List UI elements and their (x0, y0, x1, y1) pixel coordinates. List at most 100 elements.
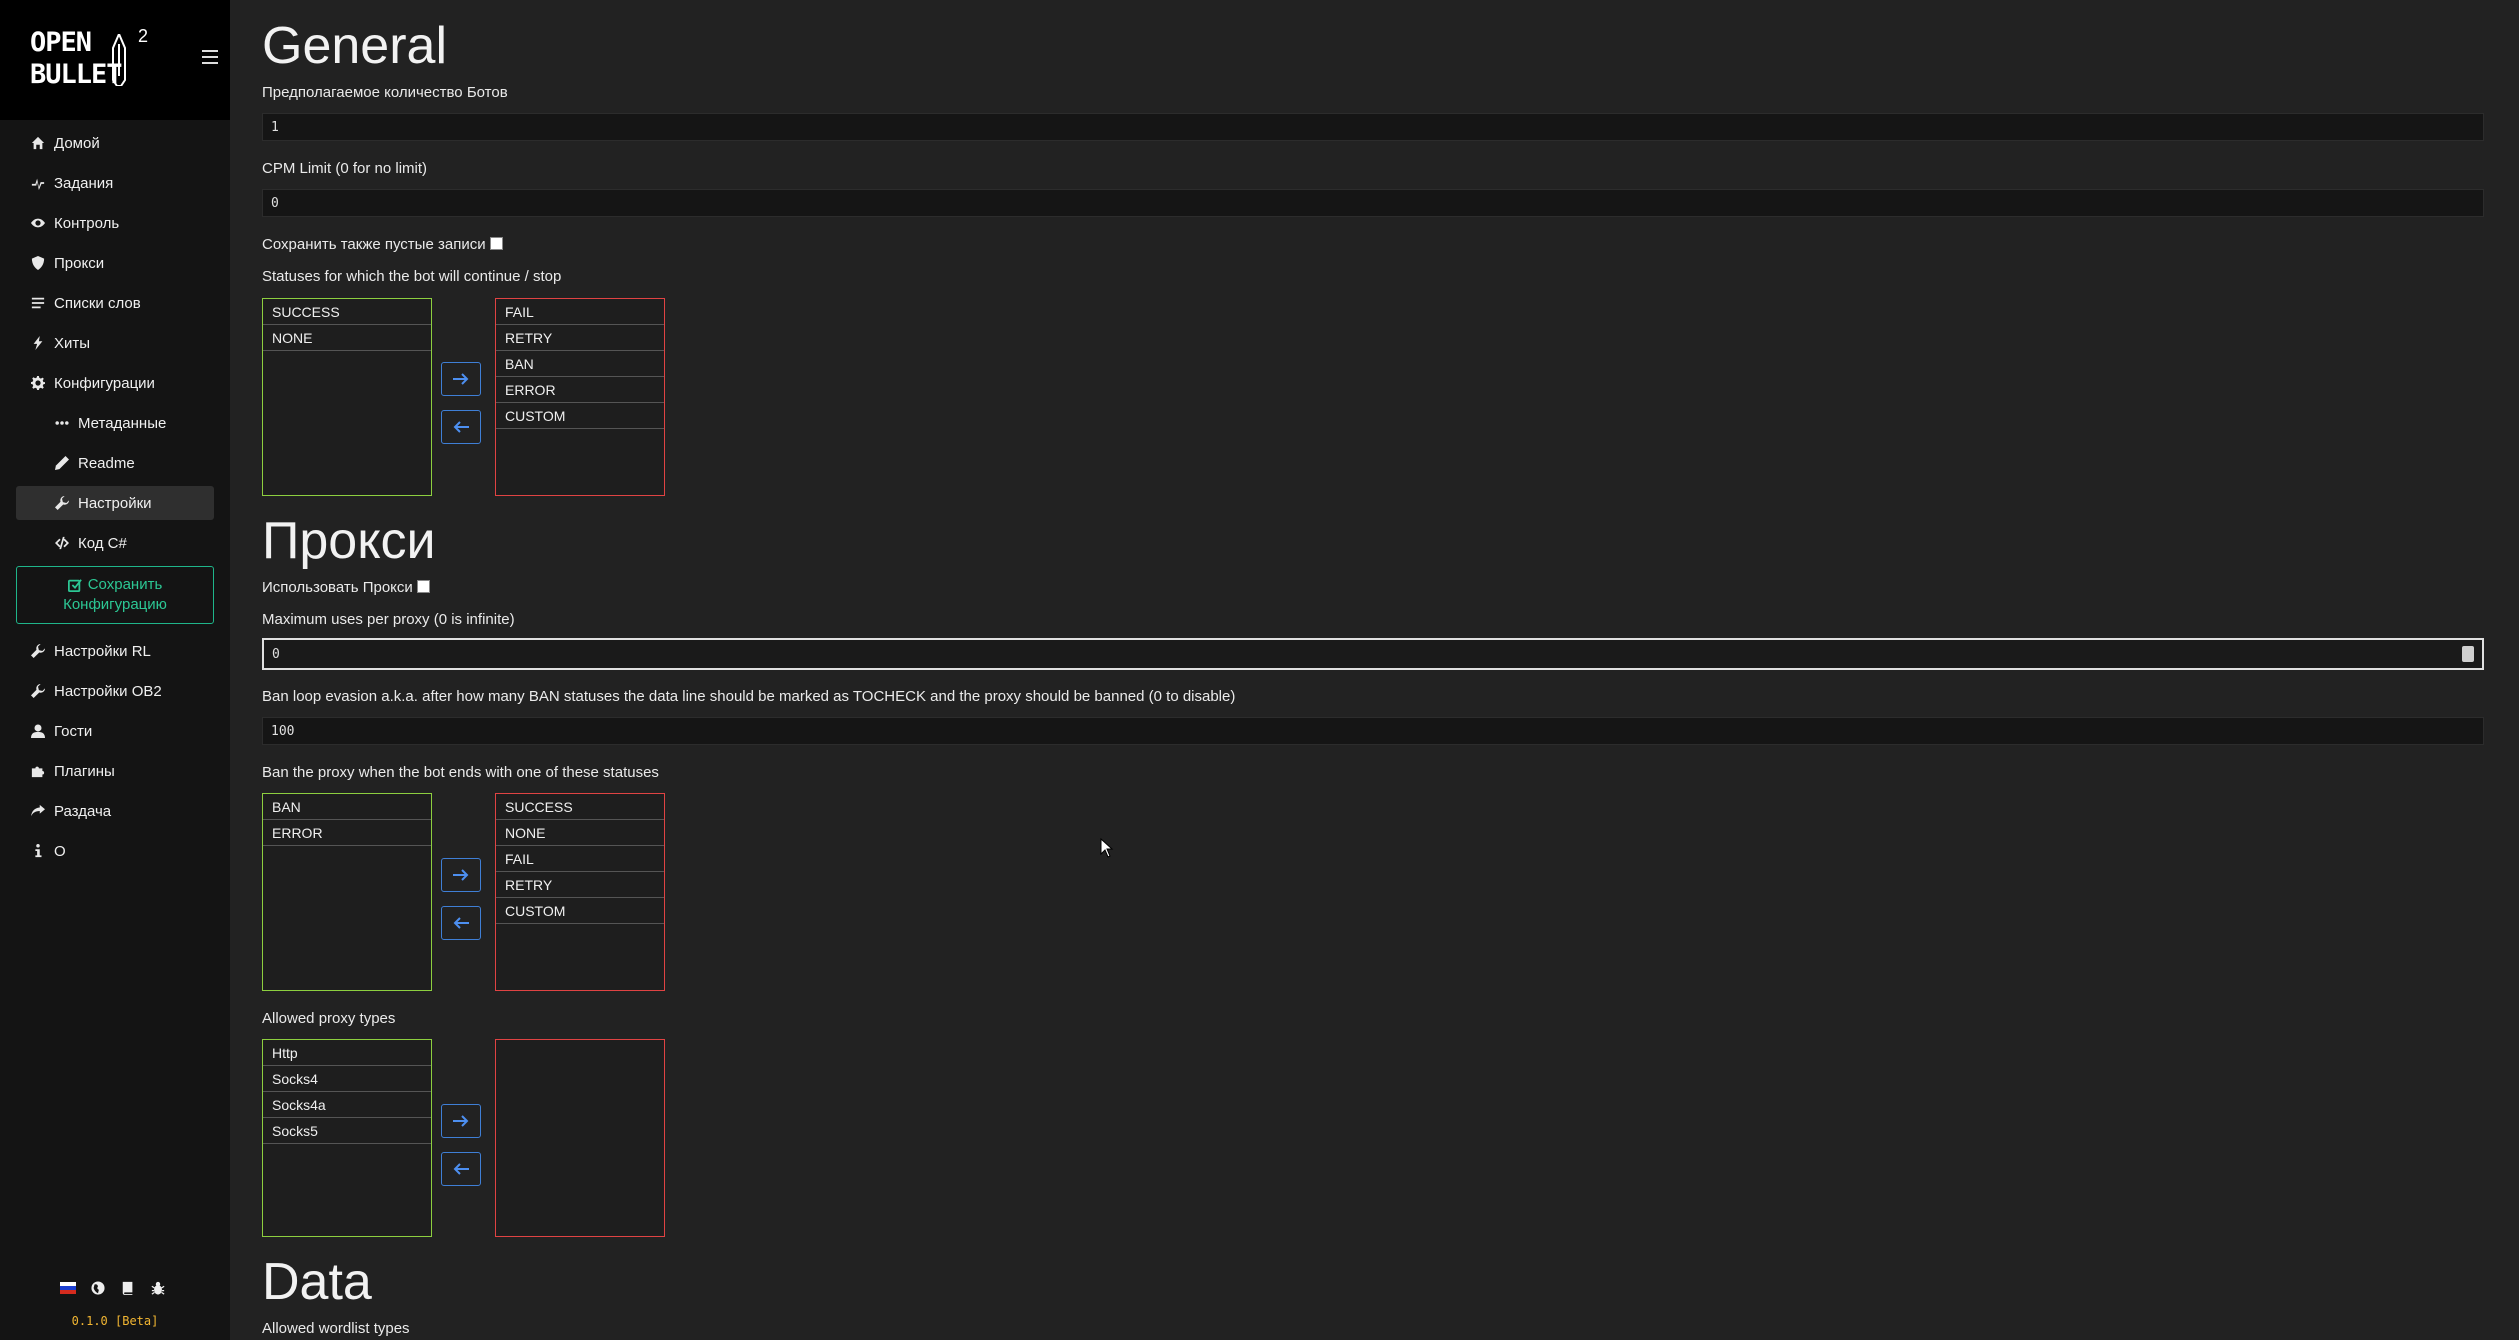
sidebar-item-sharing[interactable]: Раздача (16, 794, 214, 828)
list-item[interactable]: CUSTOM (496, 898, 664, 924)
sidebar-item-label: Код C# (78, 534, 127, 552)
mouse-cursor-icon (1100, 838, 1114, 858)
cpm-limit-label: CPM Limit (0 for no limit) (262, 160, 428, 177)
max-uses-input[interactable]: 0 (262, 638, 2484, 670)
bug-icon[interactable] (150, 1280, 166, 1296)
list-item[interactable]: NONE (263, 325, 431, 351)
sidebar-item-metadata[interactable]: Метаданные (16, 406, 214, 440)
home-icon (30, 135, 46, 151)
logo-version-mark: 2 (138, 26, 149, 46)
sidebar-item-proxies[interactable]: Прокси (16, 246, 214, 280)
sidebar-item-wordlists[interactable]: Списки слов (16, 286, 214, 320)
logo-line1: OPEN (30, 27, 92, 58)
save-config-line1: Сохранить (87, 576, 163, 593)
move-left-button[interactable] (441, 410, 481, 444)
share-icon (30, 803, 46, 819)
section-title-general: General (262, 17, 447, 75)
sidebar-item-plugins[interactable]: Плагины (16, 754, 214, 788)
move-right-button[interactable] (441, 362, 481, 396)
move-right-button[interactable] (441, 1104, 481, 1138)
arrow-right-icon (453, 373, 469, 385)
sidebar-item-rl-settings[interactable]: Настройки RL (16, 634, 214, 668)
bots-count-input[interactable]: 1 (262, 113, 2484, 141)
sidebar-footer-icons (60, 1280, 166, 1296)
code-icon (54, 535, 70, 551)
max-uses-value: 0 (272, 646, 280, 662)
proxy-types-label: Allowed proxy types (262, 1010, 396, 1027)
ban-loop-label: Ban loop evasion a.k.a. after how many B… (262, 688, 1236, 705)
user-icon (30, 723, 46, 739)
sidebar-item-settings[interactable]: Настройки (16, 486, 214, 520)
save-empty-label: Сохранить также пустые записи (262, 236, 486, 253)
section-title-proxy: Прокси (262, 512, 436, 570)
move-left-button[interactable] (441, 1152, 481, 1186)
list-item[interactable]: FAIL (496, 846, 664, 872)
menu-toggle-icon[interactable] (202, 50, 218, 64)
list-item[interactable]: FAIL (496, 299, 664, 325)
gear-icon (30, 375, 46, 391)
sidebar: OPEN BULLET 2 Домой Задания Контроль Про… (0, 0, 230, 1340)
disallowed-proxy-types-list[interactable] (495, 1039, 665, 1237)
list-item[interactable]: Http (263, 1040, 431, 1066)
cpm-limit-input[interactable]: 0 (262, 189, 2484, 217)
sidebar-item-label: О (54, 842, 66, 860)
list-item[interactable]: ERROR (263, 820, 431, 846)
sidebar-item-label: Задания (54, 174, 114, 192)
ban-statuses-list[interactable]: BAN ERROR (262, 793, 432, 991)
sidebar-item-label: Настройки RL (54, 642, 151, 660)
russia-flag-icon[interactable] (60, 1280, 76, 1296)
pencil-icon (54, 455, 70, 471)
move-left-button[interactable] (441, 906, 481, 940)
statuses-label: Statuses for which the bot will continue… (262, 268, 562, 285)
noban-statuses-list[interactable]: SUCCESS NONE FAIL RETRY CUSTOM (495, 793, 665, 991)
sidebar-item-configs[interactable]: Конфигурации (16, 366, 214, 400)
use-proxy-checkbox[interactable] (416, 580, 430, 593)
logo-line2: BULLET (30, 59, 123, 90)
use-proxy-row: Использовать Прокси (262, 578, 430, 598)
list-item[interactable]: SUCCESS (263, 299, 431, 325)
list-item[interactable]: BAN (263, 794, 431, 820)
sidebar-item-csharp-code[interactable]: Код C# (16, 526, 214, 560)
globe-icon[interactable] (90, 1280, 106, 1296)
list-item[interactable]: BAN (496, 351, 664, 377)
list-item[interactable]: NONE (496, 820, 664, 846)
sidebar-item-label: Раздача (54, 802, 112, 820)
book-icon[interactable] (120, 1280, 136, 1296)
sidebar-item-guests[interactable]: Гости (16, 714, 214, 748)
arrow-left-icon (453, 917, 469, 929)
list-item[interactable]: Socks4a (263, 1092, 431, 1118)
list-item[interactable]: RETRY (496, 872, 664, 898)
list-item[interactable]: CUSTOM (496, 403, 664, 429)
list-item[interactable]: SUCCESS (496, 794, 664, 820)
number-spinner-icon[interactable] (2462, 646, 2474, 662)
list-item[interactable]: Socks5 (263, 1118, 431, 1144)
save-empty-checkbox[interactable] (489, 237, 503, 250)
continue-statuses-list[interactable]: SUCCESS NONE (262, 298, 432, 496)
sidebar-item-about[interactable]: О (16, 834, 214, 868)
sidebar-item-label: Настройки (78, 494, 152, 512)
logo-bullet-icon (112, 34, 126, 86)
use-proxy-label: Использовать Прокси (262, 579, 413, 596)
sidebar-item-readme[interactable]: Readme (16, 446, 214, 480)
allowed-proxy-types-list[interactable]: Http Socks4 Socks4a Socks5 (262, 1039, 432, 1237)
sidebar-item-jobs[interactable]: Задания (16, 166, 214, 200)
wordlist-types-label: Allowed wordlist types (262, 1320, 410, 1337)
sidebar-item-home[interactable]: Домой (16, 126, 214, 160)
list-item[interactable]: Socks4 (263, 1066, 431, 1092)
info-icon (30, 843, 46, 859)
list-item[interactable]: ERROR (496, 377, 664, 403)
sidebar-item-label: Прокси (54, 254, 105, 272)
sidebar-item-label: Домой (54, 134, 100, 152)
stop-statuses-list[interactable]: FAIL RETRY BAN ERROR CUSTOM (495, 298, 665, 496)
sidebar-item-monitor[interactable]: Контроль (16, 206, 214, 240)
sidebar-item-hits[interactable]: Хиты (16, 326, 214, 360)
section-title-data: Data (262, 1253, 372, 1311)
move-right-button[interactable] (441, 858, 481, 892)
sidebar-item-ob2-settings[interactable]: Настройки OB2 (16, 674, 214, 708)
ban-loop-input[interactable]: 100 (262, 717, 2484, 745)
arrow-right-icon (453, 869, 469, 881)
list-item[interactable]: RETRY (496, 325, 664, 351)
save-empty-row: Сохранить также пустые записи (262, 235, 503, 255)
bolt-icon (30, 335, 46, 351)
save-config-button[interactable]: Сохранить Конфигурацию (16, 566, 214, 624)
